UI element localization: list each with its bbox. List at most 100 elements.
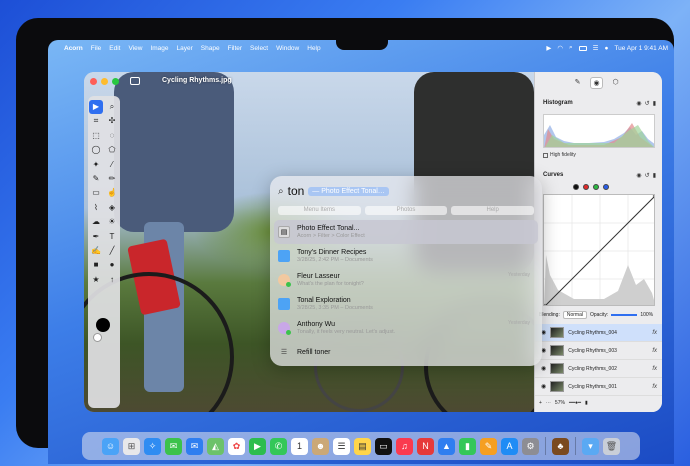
select-tool-icon[interactable]: ▶ bbox=[89, 100, 103, 115]
result-row[interactable]: ▤ Photo Effect Tonal... Acorn > Filter >… bbox=[274, 220, 538, 244]
ellipse-select-icon[interactable]: ◌ bbox=[105, 129, 119, 143]
facetime-icon[interactable]: ▶ bbox=[249, 437, 266, 455]
menu-view[interactable]: View bbox=[128, 45, 142, 52]
layer-row[interactable]: ◉ Cycling Rhythms_001 fx bbox=[535, 378, 662, 396]
text-tool-icon[interactable]: T bbox=[105, 230, 119, 244]
pen-tool-icon[interactable]: ✒ bbox=[89, 230, 103, 244]
result-row[interactable]: Fleur Lasseur What's the plan for tonigh… bbox=[274, 268, 538, 292]
lasso-icon[interactable]: ◯ bbox=[89, 143, 103, 157]
layer-fx-icon[interactable]: fx bbox=[652, 348, 657, 354]
delete-layer-icon[interactable]: ▮ bbox=[585, 400, 588, 406]
category-photos[interactable]: Photos bbox=[364, 206, 448, 215]
bezier-icon[interactable]: ✍ bbox=[89, 244, 103, 258]
reset-icon[interactable]: ↺ bbox=[645, 100, 650, 107]
fill-bucket-icon[interactable]: ◈ bbox=[105, 201, 119, 215]
gradient-icon[interactable]: ☁ bbox=[89, 215, 103, 229]
result-row[interactable]: Tony's Dinner Recipes 3/28/25, 2:42 PM –… bbox=[274, 244, 538, 268]
arrow-shape-icon[interactable]: ↑ bbox=[105, 273, 119, 287]
spotlight-query[interactable]: ton bbox=[288, 184, 305, 198]
layer-visibility-icon[interactable]: ◉ bbox=[541, 383, 546, 390]
pages-icon[interactable]: ✎ bbox=[480, 437, 497, 455]
sidebar-toggle-icon[interactable] bbox=[130, 77, 140, 85]
menu-filter[interactable]: Filter bbox=[228, 45, 242, 52]
rgb-channel-dot[interactable] bbox=[573, 184, 579, 190]
safari-icon[interactable]: ✧ bbox=[144, 437, 161, 455]
menu-app-name[interactable]: Acorn bbox=[64, 45, 83, 52]
polygon-lasso-icon[interactable]: ⬠ bbox=[105, 143, 119, 157]
dodge-icon[interactable]: ☀ bbox=[105, 215, 119, 229]
brush-tab-icon[interactable]: ✎ bbox=[571, 77, 584, 89]
rect-select-icon[interactable]: ⬚ bbox=[89, 129, 103, 143]
finder-icon[interactable]: ☺ bbox=[102, 437, 119, 455]
high-fidelity-option[interactable]: High fidelity bbox=[543, 152, 576, 158]
green-channel-dot[interactable] bbox=[593, 184, 599, 190]
close-button[interactable] bbox=[90, 78, 97, 85]
shapes-tab-icon[interactable]: ⬡ bbox=[609, 77, 622, 89]
add-layer-icon[interactable]: + bbox=[539, 400, 542, 406]
zoom-slider-icon[interactable]: ━━●━ bbox=[569, 400, 581, 406]
maps-icon[interactable]: ◭ bbox=[207, 437, 224, 455]
calendar-icon[interactable]: 1 bbox=[291, 437, 308, 455]
numbers-icon[interactable]: ▮ bbox=[459, 437, 476, 455]
magic-wand-icon[interactable]: ✦ bbox=[89, 158, 103, 172]
app-store-icon[interactable]: A bbox=[501, 437, 518, 455]
oval-shape-icon[interactable]: ● bbox=[105, 258, 119, 272]
curves-trash-icon[interactable]: ▮ bbox=[653, 172, 656, 179]
result-row[interactable]: Tonal Exploration 3/28/25, 3:35 PM – Doc… bbox=[274, 292, 538, 316]
category-menu-items[interactable]: Menu Items bbox=[278, 206, 361, 215]
menu-layer[interactable]: Layer bbox=[177, 45, 193, 52]
menu-window[interactable]: Window bbox=[276, 45, 299, 52]
star-shape-icon[interactable]: ★ bbox=[89, 273, 103, 287]
trash-bin-icon[interactable]: 🗑 bbox=[603, 437, 620, 455]
adjustments-tab-icon[interactable]: ◉ bbox=[590, 77, 603, 89]
curves-reset-icon[interactable]: ↺ bbox=[645, 172, 650, 179]
menu-select[interactable]: Select bbox=[250, 45, 268, 52]
news-icon[interactable]: N bbox=[417, 437, 434, 455]
blending-select[interactable]: Normal bbox=[562, 311, 587, 319]
menu-file[interactable]: File bbox=[91, 45, 101, 52]
contacts-icon[interactable]: ☻ bbox=[312, 437, 329, 455]
reminders-app-icon[interactable]: ☰ bbox=[333, 437, 350, 455]
system-settings-icon[interactable]: ⚙ bbox=[522, 437, 539, 455]
messages-icon[interactable]: ✉ bbox=[165, 437, 182, 455]
tv-icon[interactable]: ▭ bbox=[375, 437, 392, 455]
layer-options-icon[interactable]: ⋯ bbox=[546, 400, 551, 406]
category-help[interactable]: Help bbox=[451, 206, 535, 215]
pencil-icon[interactable]: ✏ bbox=[105, 172, 119, 186]
curves-eye-icon[interactable]: ◉ bbox=[636, 172, 641, 179]
acorn-app-icon[interactable]: ♣ bbox=[552, 437, 569, 455]
layer-row[interactable]: ◉ Cycling Rhythms_004 fx bbox=[535, 324, 662, 342]
result-row[interactable]: ☰ Refill toner bbox=[274, 340, 538, 364]
move-tool-icon[interactable]: ✣ bbox=[105, 114, 119, 128]
layer-visibility-icon[interactable]: ◉ bbox=[541, 365, 546, 372]
opacity-slider[interactable] bbox=[611, 314, 638, 316]
result-row[interactable]: Anthony Wu Tonally, it feels very neutra… bbox=[274, 316, 538, 340]
trash-icon[interactable]: ▮ bbox=[653, 100, 656, 107]
blue-channel-dot[interactable] bbox=[603, 184, 609, 190]
spotlight-search-bar[interactable]: ⌕ ton — Photo Effect Tonal… bbox=[278, 182, 389, 200]
photos-icon[interactable]: ✿ bbox=[228, 437, 245, 455]
menu-image[interactable]: Image bbox=[150, 45, 168, 52]
menu-shape[interactable]: Shape bbox=[201, 45, 220, 52]
layer-fx-icon[interactable]: fx bbox=[652, 330, 657, 336]
notes-icon[interactable]: ▤ bbox=[354, 437, 371, 455]
music-icon[interactable]: ♫ bbox=[396, 437, 413, 455]
rect-shape-icon[interactable]: ■ bbox=[89, 258, 103, 272]
clone-icon[interactable]: ⌇ bbox=[89, 201, 103, 215]
menu-help[interactable]: Help bbox=[307, 45, 320, 52]
layer-fx-icon[interactable]: fx bbox=[652, 366, 657, 372]
eraser-icon[interactable]: ▭ bbox=[89, 186, 103, 200]
brush-icon[interactable]: ✎ bbox=[89, 172, 103, 186]
background-color-well[interactable] bbox=[93, 333, 102, 342]
layer-fx-icon[interactable]: fx bbox=[652, 384, 657, 390]
mail-icon[interactable]: ✉ bbox=[186, 437, 203, 455]
phone-icon[interactable]: ✆ bbox=[270, 437, 287, 455]
foreground-color-well[interactable] bbox=[96, 318, 110, 332]
high-fidelity-checkbox[interactable] bbox=[543, 152, 548, 158]
layer-row[interactable]: ◉ Cycling Rhythms_003 fx bbox=[535, 342, 662, 360]
curves-graph[interactable] bbox=[543, 194, 655, 306]
menu-edit[interactable]: Edit bbox=[109, 45, 120, 52]
line-tool-icon[interactable]: ╱ bbox=[105, 244, 119, 258]
wand-tool-icon[interactable]: ⁄ bbox=[105, 158, 119, 172]
red-channel-dot[interactable] bbox=[583, 184, 589, 190]
